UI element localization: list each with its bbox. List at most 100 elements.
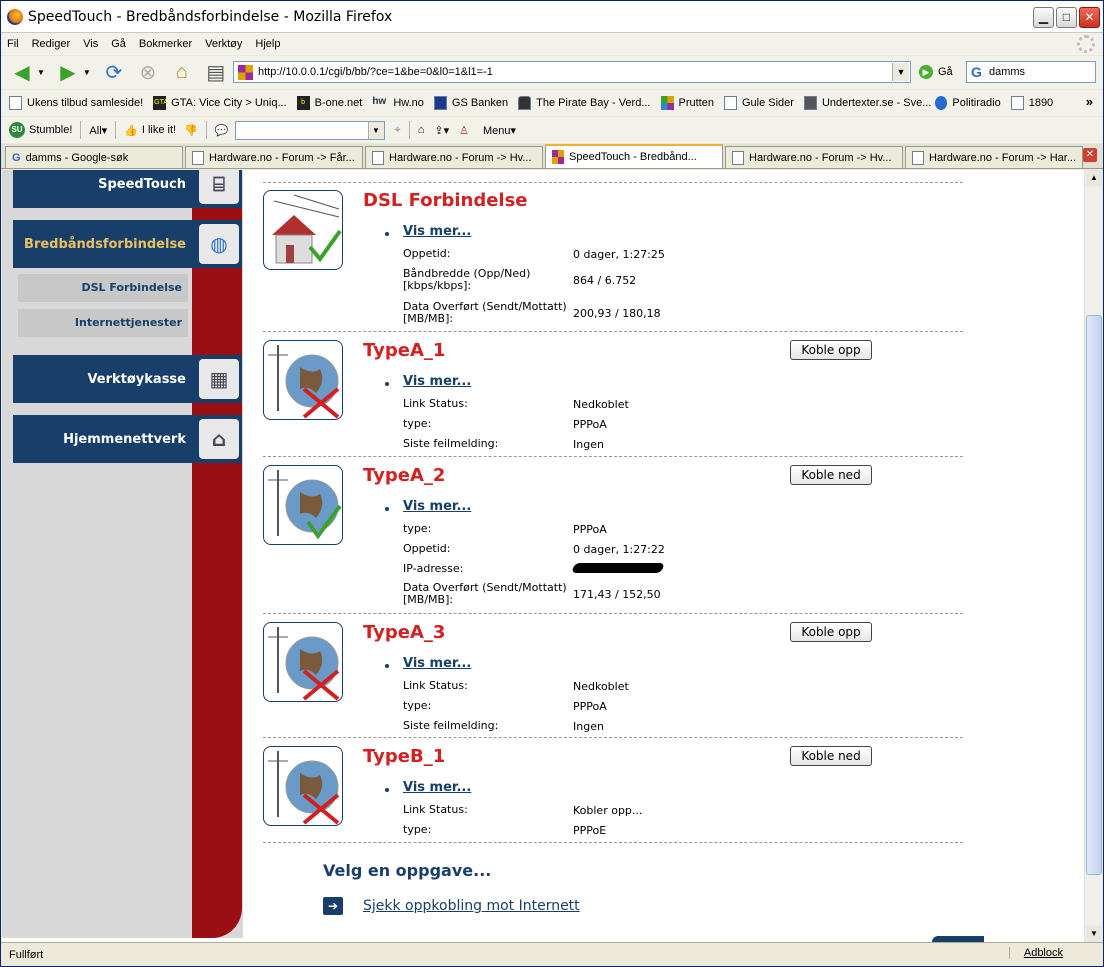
close-button[interactable]: ✕: [1079, 7, 1100, 28]
show-more-link[interactable]: Vis mer...: [403, 374, 471, 389]
menu-tools[interactable]: Verktøy: [205, 38, 242, 50]
bookmark-item[interactable]: b B-one.net: [296, 96, 362, 110]
menu-edit[interactable]: Rediger: [32, 38, 71, 50]
tab-active[interactable]: SpeedTouch - Bredbånd...: [545, 144, 723, 168]
scroll-thumb[interactable]: [1086, 315, 1102, 875]
search-input[interactable]: G damms: [966, 61, 1096, 83]
bookmark-item[interactable]: The Pirate Bay - Verd...: [518, 96, 651, 110]
section-divider: [263, 331, 963, 332]
tab[interactable]: Hardware.no - Forum -> Har...: [905, 146, 1083, 168]
site-icon: [238, 65, 253, 80]
menu-go[interactable]: Gå: [111, 38, 126, 50]
bookmark-item[interactable]: Prutten: [660, 96, 714, 110]
back-icon[interactable]: ◀: [9, 60, 35, 86]
tab[interactable]: Hardware.no - Forum -> Hv...: [725, 146, 903, 168]
select-dropdown-icon[interactable]: ▼: [367, 121, 384, 139]
go-button[interactable]: ▶ Gå: [919, 65, 953, 79]
minimize-button[interactable]: ▁: [1033, 7, 1054, 28]
vertical-scrollbar[interactable]: ▲ ▼: [1084, 170, 1102, 942]
bookmarks-overflow-icon[interactable]: »: [1086, 94, 1093, 109]
gta-icon: GTA: [153, 96, 168, 110]
like-button[interactable]: I like it!: [142, 124, 176, 136]
menu-file[interactable]: Fil: [7, 38, 19, 50]
comment-icon[interactable]: 💬: [215, 124, 229, 137]
row-label: Link Status:: [403, 397, 468, 410]
row-value: PPPoA: [573, 700, 607, 713]
scroll-up-icon[interactable]: ▲: [1086, 170, 1102, 186]
ship-icon: [518, 96, 532, 110]
show-more-link[interactable]: Vis mer...: [403, 780, 471, 795]
bookmark-item[interactable]: Politiradio: [935, 96, 1001, 110]
menu-help[interactable]: Hjelp: [255, 38, 280, 50]
row-value: Kobler opp...: [573, 804, 643, 817]
back-dropdown-icon[interactable]: ▼: [37, 68, 45, 77]
adblock-link[interactable]: Adblock: [1008, 947, 1063, 959]
section-divider: [263, 737, 963, 738]
disconnect-button[interactable]: Koble ned: [790, 746, 872, 766]
sidebar-item-home-network[interactable]: Hjemmenettverk ⌂: [13, 415, 242, 463]
section-title: TypeB_1: [363, 746, 446, 767]
section-divider: [263, 613, 963, 614]
stop-icon[interactable]: ⊗: [135, 60, 161, 86]
show-more-link[interactable]: Vis mer...: [403, 656, 471, 671]
row-value: 200,93 / 180,18: [573, 307, 661, 320]
scroll-down-icon[interactable]: ▼: [1086, 926, 1102, 942]
sidebar-subitem-internet-services[interactable]: Internettjenester: [18, 309, 188, 337]
tab[interactable]: Hardware.no - Forum -> Hv...: [365, 146, 543, 168]
user-icon[interactable]: ♙: [459, 124, 469, 137]
close-tab-icon[interactable]: ✕: [1083, 148, 1097, 162]
connect-button[interactable]: Koble opp: [790, 622, 872, 642]
url-bar[interactable]: http://10.0.0.1/cgi/b/bb/?ce=1&be=0&l0=1…: [233, 61, 911, 83]
bookmark-item[interactable]: hw Hw.no: [372, 96, 424, 110]
section-title: TypeA_3: [363, 622, 446, 643]
all-dropdown[interactable]: All▾: [89, 124, 107, 137]
toolbar-separator: [205, 121, 207, 139]
bookmark-item[interactable]: GTA GTA: Vice City > Uniq...: [153, 96, 287, 110]
sidebar-item-toolbox[interactable]: Verktøykasse ▦: [13, 355, 242, 403]
forward-icon[interactable]: ▶: [55, 60, 81, 86]
url-dropdown-icon[interactable]: ▼: [892, 63, 909, 81]
thumbs-down-icon[interactable]: 👎: [184, 124, 198, 137]
page-icon: [1010, 96, 1024, 110]
bookmark-item[interactable]: GS Banken: [433, 96, 508, 110]
disconnect-button[interactable]: Koble ned: [790, 465, 872, 485]
show-more-link[interactable]: Vis mer...: [403, 499, 471, 514]
bookmark-item[interactable]: Ukens tilbud samleside!: [9, 96, 143, 110]
bookmark-item[interactable]: Gule Sider: [723, 96, 794, 110]
row-label: type:: [403, 522, 432, 535]
show-more-link[interactable]: Vis mer...: [403, 224, 471, 239]
bank-icon: [433, 96, 447, 110]
home-small-icon[interactable]: ⌂: [418, 124, 425, 136]
forward-dropdown-icon[interactable]: ▼: [83, 68, 91, 77]
tag-icon[interactable]: ⌖: [395, 124, 401, 137]
row-label: Siste feilmelding:: [403, 719, 499, 732]
bookmark-item[interactable]: 1890: [1010, 96, 1053, 110]
maximize-button[interactable]: □: [1056, 7, 1077, 28]
connect-button[interactable]: Koble opp: [790, 340, 872, 360]
check-connection-link[interactable]: Sjekk oppkobling mot Internett: [363, 898, 580, 914]
sidebar-subitem-dsl[interactable]: DSL Forbindelse: [18, 274, 188, 302]
share-icon[interactable]: ⇪▾: [434, 124, 449, 137]
thumbs-up-icon[interactable]: 👍: [124, 124, 138, 137]
row-label: Båndbredde (Opp/Ned) [kbps/kbps]:: [403, 267, 531, 292]
row-value: 0 dager, 1:27:22: [573, 543, 665, 556]
tab[interactable]: Hardware.no - Forum -> Får...: [185, 146, 363, 168]
stumble-button[interactable]: Stumble!: [29, 124, 72, 136]
row-label: Oppetid:: [403, 542, 451, 555]
reload-icon[interactable]: ⟳: [101, 60, 127, 86]
sidebar-item-label: Hjemmenettverk: [63, 431, 186, 447]
menu-dropdown[interactable]: Menu▾: [483, 124, 516, 137]
menu-bookmarks[interactable]: Bokmerker: [139, 38, 192, 50]
sidebar-item-broadband[interactable]: Bredbåndsforbindelse ◍: [13, 220, 242, 268]
bookmark-item[interactable]: Undertexter.se - Sve...: [803, 96, 931, 110]
menu-view[interactable]: Vis: [83, 38, 98, 50]
page-icon: [9, 96, 22, 110]
row-label: Oppetid:: [403, 247, 451, 260]
row-label: type:: [403, 417, 432, 430]
firefox-icon: [7, 8, 23, 25]
print-icon[interactable]: ▤: [203, 60, 229, 86]
tab[interactable]: Gdamms - Google-søk: [5, 146, 183, 168]
sidebar-item-speedtouch[interactable]: SpeedTouch ⌸: [13, 170, 242, 208]
stumble-select[interactable]: ▼: [234, 120, 385, 140]
home-icon[interactable]: ⌂: [169, 60, 195, 86]
